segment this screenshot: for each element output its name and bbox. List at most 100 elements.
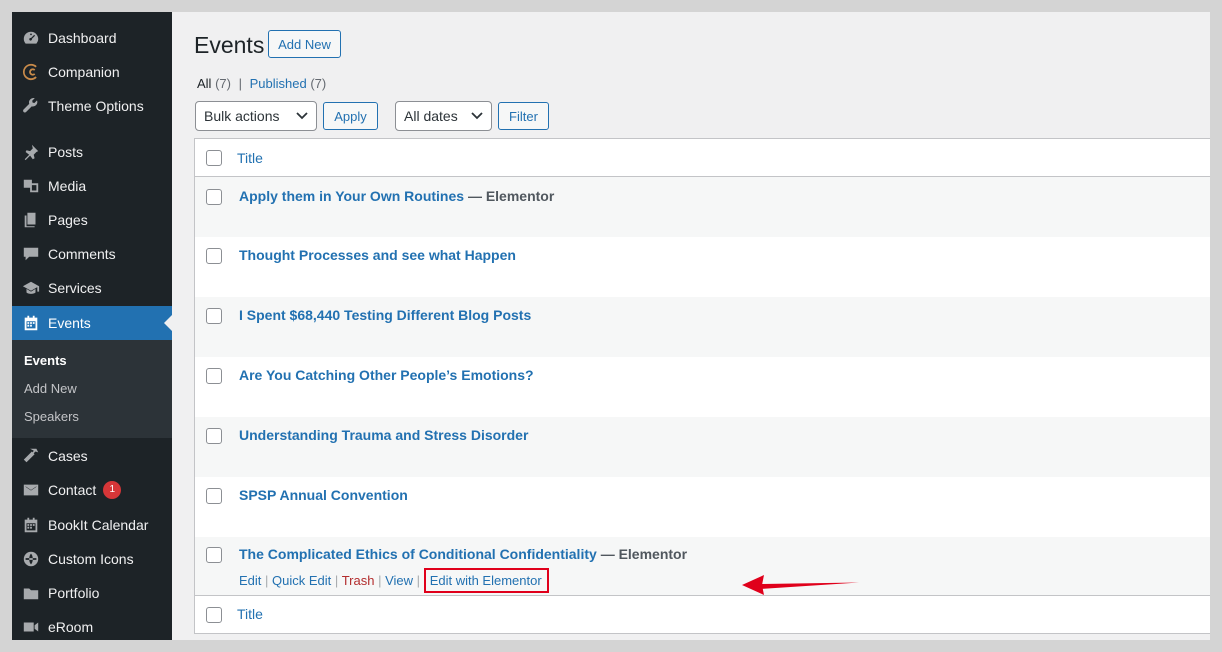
post-state: — Elementor [600, 546, 688, 562]
date-filter-select[interactable]: All dates [395, 101, 492, 131]
separator: | [265, 573, 269, 588]
sidebar-item-label: Pages [48, 212, 88, 228]
table-row: Understanding Trauma and Stress Disorder [195, 417, 1210, 477]
chevron-down-icon [296, 112, 308, 120]
admin-sidebar: Dashboard Companion Theme Options Posts … [12, 12, 172, 640]
event-title-link[interactable]: The Complicated Ethics of Conditional Co… [239, 546, 687, 562]
mail-icon [21, 480, 41, 500]
column-title-header[interactable]: Title [237, 150, 263, 166]
event-title-link[interactable]: I Spent $68,440 Testing Different Blog P… [239, 307, 531, 323]
notification-badge: 1 [103, 481, 122, 499]
calendar-icon [21, 515, 41, 535]
table-row: I Spent $68,440 Testing Different Blog P… [195, 297, 1210, 357]
separator: | [416, 573, 421, 588]
status-filter-links: All (7) | Published (7) [197, 76, 326, 91]
separator: | [334, 573, 339, 588]
submenu-item-speakers[interactable]: Speakers [24, 409, 79, 424]
filter-published-link[interactable]: Published [250, 76, 307, 91]
sidebar-item-custom-icons[interactable]: Custom Icons [12, 542, 172, 576]
submenu-item-events[interactable]: Events [24, 353, 67, 368]
filter-all-link[interactable]: All [197, 76, 211, 91]
sidebar-item-cases[interactable]: Cases [12, 439, 172, 473]
sidebar-item-label: Services [48, 280, 102, 296]
events-submenu: Events Add New Speakers [12, 340, 172, 438]
sidebar-item-contact[interactable]: Contact 1 [12, 473, 172, 507]
event-title-link[interactable]: Thought Processes and see what Happen [239, 247, 516, 263]
dashboard-icon [21, 28, 41, 48]
table-row: SPSP Annual Convention [195, 477, 1210, 537]
sidebar-item-label: Posts [48, 144, 84, 160]
sidebar-item-pages[interactable]: Pages [12, 203, 172, 237]
filter-published-count: (7) [310, 76, 327, 91]
sidebar-item-comments[interactable]: Comments [12, 237, 172, 271]
globe-icon [21, 549, 41, 569]
hammer-icon [21, 446, 41, 466]
sidebar-item-label: Portfolio [48, 585, 100, 601]
sidebar-item-events[interactable]: Events [12, 306, 172, 340]
table-header: Title [195, 139, 1210, 177]
sidebar-item-theme-options[interactable]: Theme Options [12, 89, 172, 123]
sidebar-item-label: Theme Options [48, 98, 144, 114]
edit-with-elementor-link[interactable]: Edit with Elementor [423, 568, 549, 593]
filter-separator: | [238, 76, 242, 91]
media-icon [21, 176, 41, 196]
date-filter-value: All dates [404, 108, 458, 124]
table-row: Are You Catching Other People’s Emotions… [195, 357, 1210, 417]
row-checkbox[interactable] [206, 248, 222, 264]
select-all-checkbox[interactable] [206, 150, 222, 166]
sidebar-item-label: BookIt Calendar [48, 517, 149, 533]
sidebar-item-bookit-calendar[interactable]: BookIt Calendar [12, 508, 172, 542]
table-footer: Title [195, 595, 1210, 633]
trash-link[interactable]: Trash [342, 573, 375, 588]
wp-admin-window: Dashboard Companion Theme Options Posts … [12, 12, 1210, 640]
event-title-link[interactable]: Apply them in Your Own Routines — Elemen… [239, 188, 554, 204]
post-state: — Elementor [467, 188, 555, 204]
add-new-button[interactable]: Add New [268, 30, 341, 58]
sidebar-item-posts[interactable]: Posts [12, 135, 172, 169]
event-title-link[interactable]: Are You Catching Other People’s Emotions… [239, 367, 534, 383]
main-content: Events Add New All (7) | Published (7) B… [172, 12, 1210, 640]
sidebar-item-dashboard[interactable]: Dashboard [12, 21, 172, 55]
bulk-actions-value: Bulk actions [204, 108, 280, 124]
event-title-link[interactable]: SPSP Annual Convention [239, 487, 408, 503]
sidebar-item-label: Comments [48, 246, 116, 262]
filter-button[interactable]: Filter [498, 102, 549, 130]
edit-link[interactable]: Edit [239, 573, 261, 588]
table-row: Thought Processes and see what Happen [195, 237, 1210, 297]
row-checkbox[interactable] [206, 189, 222, 205]
annotation-arrow-icon [742, 575, 859, 595]
quick-edit-link[interactable]: Quick Edit [272, 573, 331, 588]
companion-logo-icon [21, 62, 41, 82]
sidebar-item-label: eRoom [48, 619, 94, 635]
sidebar-item-services[interactable]: Services [12, 271, 172, 305]
sidebar-item-portfolio[interactable]: Portfolio [12, 576, 172, 610]
wrench-icon [21, 96, 41, 116]
sidebar-item-label: Media [48, 178, 87, 194]
row-actions: Edit | Quick Edit | Trash | View | Edit … [239, 568, 549, 593]
event-title-link[interactable]: Understanding Trauma and Stress Disorder [239, 427, 528, 443]
select-all-checkbox-footer[interactable] [206, 607, 222, 623]
bulk-actions-select[interactable]: Bulk actions [195, 101, 317, 131]
sidebar-item-label: Custom Icons [48, 551, 134, 567]
submenu-item-add-new[interactable]: Add New [24, 381, 77, 396]
sidebar-item-media[interactable]: Media [12, 169, 172, 203]
separator: | [378, 573, 382, 588]
filter-all-count: (7) [215, 76, 231, 91]
events-list-table: Title Apply them in Your Own Routines — … [194, 138, 1210, 634]
folder-icon [21, 583, 41, 603]
apply-button[interactable]: Apply [323, 102, 378, 130]
row-checkbox[interactable] [206, 308, 222, 324]
row-checkbox[interactable] [206, 368, 222, 384]
chevron-down-icon [471, 112, 483, 120]
sidebar-item-label: Cases [48, 448, 88, 464]
sidebar-item-label: Companion [48, 64, 120, 80]
view-link[interactable]: View [385, 573, 413, 588]
graduation-cap-icon [21, 278, 41, 298]
row-checkbox[interactable] [206, 488, 222, 504]
sidebar-item-label: Contact [48, 482, 97, 498]
row-checkbox[interactable] [206, 547, 222, 563]
row-checkbox[interactable] [206, 428, 222, 444]
sidebar-item-companion[interactable]: Companion [12, 55, 172, 89]
column-title-footer[interactable]: Title [237, 606, 263, 622]
sidebar-item-eroom[interactable]: eRoom [12, 610, 172, 640]
